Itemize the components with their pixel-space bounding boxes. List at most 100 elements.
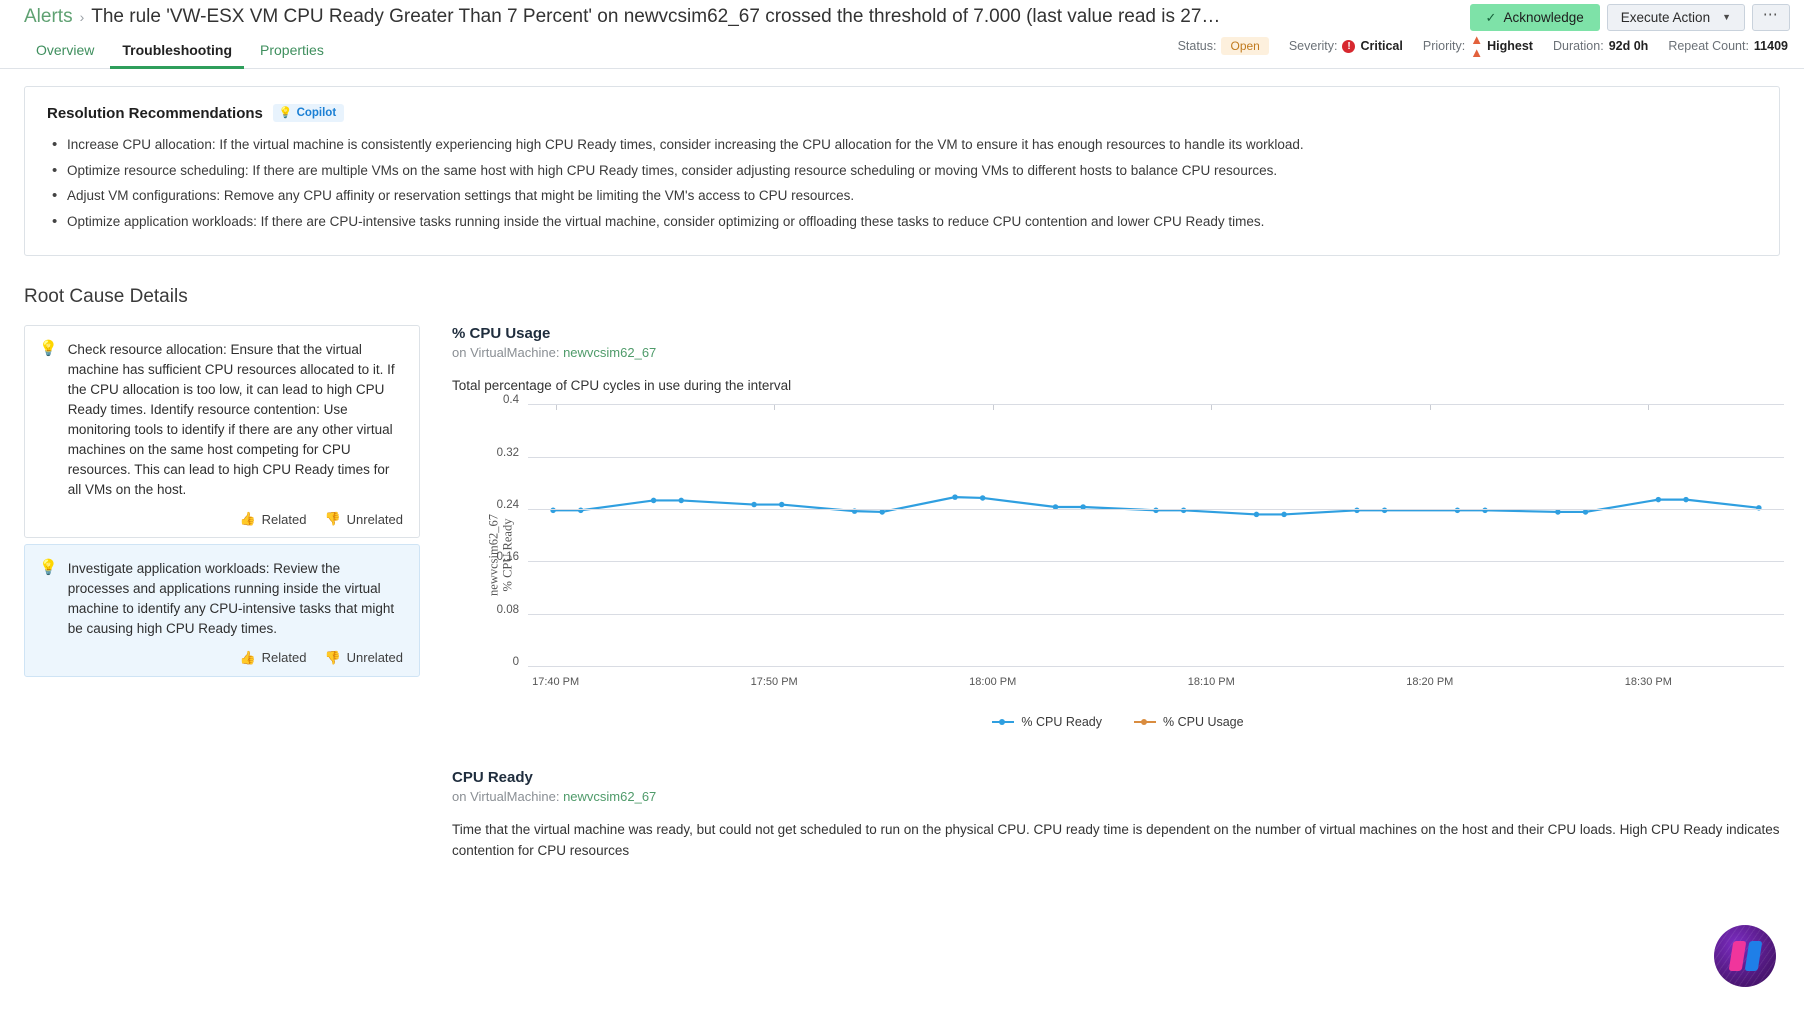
acknowledge-button[interactable]: ✓ Acknowledge [1469, 3, 1600, 31]
y-axis-tick-label: 0.16 [496, 551, 519, 564]
grid-line [528, 666, 1784, 668]
y-axis-tick-label: 0.4 [503, 394, 519, 407]
breadcrumb-separator: › [79, 9, 85, 25]
root-cause-card[interactable]: 💡 Investigate application workloads: Rev… [24, 544, 420, 677]
related-button[interactable]: 👍 Related [239, 511, 306, 527]
chart-subject-link[interactable]: newvcsim62_67 [563, 789, 656, 804]
x-axis-tick-mark [555, 405, 557, 411]
recommendation-item: Optimize application workloads: If there… [47, 211, 1757, 232]
chart-title: CPU Ready [452, 769, 533, 787]
x-axis-tick-label: 17:50 PM [750, 676, 798, 689]
status-badge: Open [1221, 37, 1269, 55]
chart-panel-cpu-ready: CPU Ready on VirtualMachine: newvcsim62_… [452, 769, 1784, 861]
highest-priority-icon: ▲ ▲ [1470, 32, 1483, 60]
status-field: Status: Open [1178, 37, 1269, 55]
x-axis-tick-mark [774, 405, 776, 411]
series-point[interactable] [1683, 497, 1689, 503]
x-axis-tick-mark [992, 405, 994, 411]
root-cause-text: Investigate application workloads: Revie… [67, 561, 395, 636]
lightbulb-icon: 💡 [39, 340, 58, 358]
thumbs-down-icon: 👎 [324, 511, 341, 526]
series-point[interactable] [650, 497, 657, 504]
legend-marker-line-icon [992, 717, 1015, 727]
thumbs-up-icon: 👍 [239, 511, 256, 526]
plot-canvas[interactable]: 0 0.08 0.16 0.24 0.32 0.4 17:40 PM 17:50 PM 18:0… [497, 394, 1784, 688]
series-point[interactable] [778, 502, 785, 508]
more-options-button[interactable]: ⋯ [1752, 3, 1790, 31]
x-axis-tick-mark [1648, 405, 1650, 411]
unrelated-button[interactable]: 👎 Unrelated [324, 511, 403, 527]
root-cause-card-body: Investigate application workloads: Revie… [68, 559, 403, 666]
execute-action-label: Execute Action [1620, 9, 1711, 25]
series-point[interactable] [952, 494, 958, 501]
x-axis-tick-mark [1211, 405, 1213, 411]
x-axis-tick-label: 18:30 PM [1624, 676, 1672, 689]
series-point[interactable] [678, 497, 684, 504]
chart-subject: on VirtualMachine: newvcsim62_67 [452, 789, 1784, 804]
x-axis-tick-mark [1429, 405, 1431, 411]
legend-marker-line-icon [1134, 717, 1156, 727]
tab-troubleshooting[interactable]: Troubleshooting [110, 42, 244, 69]
header-actions: ✓ Acknowledge Execute Action ▼ ⋯ [1469, 3, 1790, 31]
chart-panel-cpu-usage: % CPU Usage on VirtualMachine: newvcsim6… [452, 325, 1784, 729]
chart-subject-prefix: on VirtualMachine: [452, 345, 560, 361]
root-cause-text: Check resource allocation: Ensure that t… [67, 342, 395, 498]
vmware-aria-logo-icon[interactable] [1714, 925, 1776, 987]
unrelated-label: Unrelated [346, 650, 403, 666]
root-cause-feedback: 👍 Related 👎 Unrelated [68, 511, 403, 527]
chart-subject: on VirtualMachine: newvcsim62_67 [452, 345, 1784, 360]
root-cause-feedback: 👍 Related 👎 Unrelated [68, 650, 403, 666]
chart-subject-link[interactable]: newvcsim62_67 [563, 345, 656, 360]
recommendations-title: Resolution Recommendations [47, 104, 263, 122]
chart-description: Time that the virtual machine was ready,… [452, 822, 1780, 858]
series-point[interactable] [751, 502, 757, 508]
repeat-count-label: Repeat Count: [1668, 39, 1749, 53]
series-point[interactable] [1555, 509, 1561, 515]
y-axis-tick-label: 0.08 [496, 603, 519, 616]
tab-properties[interactable]: Properties [248, 42, 336, 68]
duration-label: Duration: [1552, 39, 1604, 53]
root-cause-list: 💡 Check resource allocation: Ensure that… [0, 325, 420, 861]
series-point[interactable] [1582, 509, 1589, 515]
tab-list: Overview Troubleshooting Properties [24, 42, 336, 69]
chart-subject-prefix: on VirtualMachine: [452, 789, 560, 805]
related-button[interactable]: 👍 Related [239, 650, 306, 666]
unrelated-button[interactable]: 👎 Unrelated [324, 650, 403, 666]
lightbulb-icon: 💡 [278, 106, 293, 119]
series-point[interactable] [1655, 497, 1662, 503]
x-axis-tick-label: 18:20 PM [1406, 676, 1454, 689]
tab-bar: Overview Troubleshooting Properties Stat… [0, 31, 1804, 69]
copilot-badge: 💡 Copilot [272, 104, 345, 122]
priority-field: Priority: ▲ ▲ Highest [1423, 33, 1533, 59]
chart-plot-area: % CPU Ready newvcsim62_67% CPU Ready 00.… [452, 394, 1784, 705]
thumbs-down-icon: 👎 [324, 649, 341, 665]
duration-value: 92d 0h [1608, 39, 1649, 53]
x-axis-tick-label: 18:00 PM [969, 676, 1017, 689]
series-point[interactable] [1253, 511, 1260, 518]
recommendations-header: Resolution Recommendations 💡 Copilot [47, 104, 1757, 122]
metric-charts: % CPU Usage on VirtualMachine: newvcsim6… [420, 325, 1804, 861]
series-point[interactable] [1281, 511, 1287, 518]
acknowledge-button-label: Acknowledge [1503, 9, 1584, 25]
related-label: Related [261, 511, 307, 527]
logo-stripes [1714, 925, 1776, 987]
root-cause-details-title: Root Cause Details [24, 286, 188, 308]
grid-line [528, 509, 1784, 511]
lightbulb-icon: 💡 [39, 559, 58, 576]
chart-description: Total percentage of CPU cycles in use du… [452, 378, 792, 394]
series-line-cpu-ready [550, 494, 1762, 518]
recommendation-item: Optimize resource scheduling: If there a… [47, 160, 1757, 181]
execute-action-button[interactable]: Execute Action ▼ [1606, 3, 1745, 31]
grid-line [528, 456, 1784, 458]
alert-meta: Status: Open Severity: ! Critical Priori… [1178, 33, 1788, 68]
repeat-count-value: 11409 [1753, 39, 1788, 53]
x-axis-tick-label: 17:40 PM [532, 676, 580, 689]
duration-field: Duration: 92d 0h [1553, 39, 1648, 53]
tab-overview[interactable]: Overview [24, 42, 106, 68]
recommendation-item: Adjust VM configurations: Remove any CPU… [47, 185, 1757, 206]
series-point[interactable] [879, 509, 885, 515]
page-title: The rule 'VW-ESX VM CPU Ready Greater Th… [91, 6, 1222, 27]
breadcrumb-link-alerts[interactable]: Alerts [24, 6, 73, 28]
root-cause-card[interactable]: 💡 Check resource allocation: Ensure that… [24, 325, 420, 538]
series-point[interactable] [979, 495, 986, 501]
